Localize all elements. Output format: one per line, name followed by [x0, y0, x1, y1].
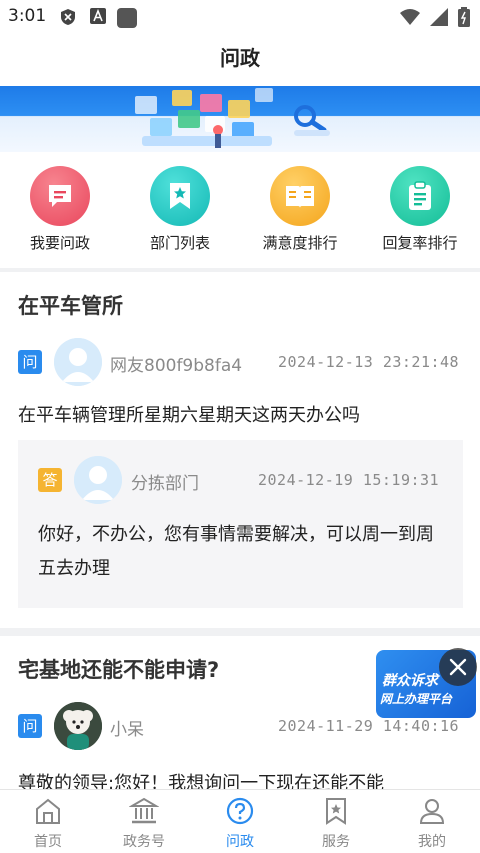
question-body: 在平车辆管理所星期六星期天这两天办公吗 — [18, 405, 360, 426]
dog-avatar-icon — [54, 702, 102, 750]
battery-icon — [458, 7, 470, 31]
float-promo-line1: 群众诉求 — [382, 673, 438, 689]
question-title: 宅基地还能不能申请? — [18, 658, 220, 682]
answer-time: 2024-12-19 15:19:31 — [258, 471, 440, 489]
question-time: 2024-11-29 14:40:16 — [278, 717, 460, 735]
page-title: 问政 — [220, 46, 260, 70]
tab-profile[interactable]: 我的 — [384, 790, 480, 853]
float-promo-line2: 网上办理平台 — [380, 692, 453, 706]
tab-government-accounts[interactable]: 政务号 — [96, 790, 192, 853]
app-header: 问政 — [0, 34, 480, 86]
question-body: 尊敬的领导:您好！我想询问一下现在还能不能 — [18, 773, 385, 789]
quick-nav: 我要问政 部门列表 满意度排行 回复率排行 — [0, 152, 480, 268]
shield-icon — [60, 8, 76, 30]
username: 网友800f9b8fa4 — [110, 356, 243, 376]
status-bar: 3:01 — [0, 0, 480, 34]
quick-nav-label: 回复率排行 — [382, 234, 458, 252]
tab-inquiry[interactable]: 问政 — [192, 790, 288, 853]
banner-illustration — [135, 88, 330, 148]
ask-tag: 问 — [18, 350, 42, 374]
answer-tag: 答 — [38, 468, 62, 492]
quick-nav-label: 部门列表 — [149, 234, 210, 252]
a-icon — [90, 8, 106, 28]
close-icon[interactable] — [439, 648, 477, 686]
service-bookmark-icon — [326, 798, 346, 825]
quick-nav-label: 我要问政 — [29, 234, 90, 252]
quick-nav-ask[interactable]: 我要问政 — [0, 152, 120, 268]
quick-nav-satisfaction-ranking[interactable]: 满意度排行 — [240, 152, 360, 268]
bottom-tab-bar: 首页 政务号 问政 服务 我的 — [0, 789, 480, 853]
square-icon — [117, 8, 137, 32]
quick-nav-label: 满意度排行 — [262, 234, 338, 252]
default-avatar-icon — [54, 338, 102, 386]
tab-label: 政务号 — [123, 834, 165, 850]
book-icon — [270, 166, 330, 226]
answer-box: 答 分拣部门 2024-12-19 15:19:31 你好，不办公，您有事情需要… — [18, 440, 463, 608]
question-title: 在平车管所 — [18, 294, 123, 318]
clipboard-icon — [390, 166, 450, 226]
bookmark-star-icon — [150, 166, 210, 226]
tab-label: 首页 — [34, 834, 62, 850]
question-time: 2024-12-13 23:21:48 — [278, 353, 460, 371]
quick-nav-departments[interactable]: 部门列表 — [120, 152, 240, 268]
message-icon — [30, 166, 90, 226]
avatar — [54, 702, 102, 750]
tab-label: 服务 — [322, 834, 350, 850]
default-avatar-icon — [74, 456, 122, 504]
section-divider — [0, 628, 480, 636]
quick-nav-reply-ranking[interactable]: 回复率排行 — [360, 152, 480, 268]
answer-body: 你好，不办公，您有事情需要解决，可以周一到周五去办理 — [38, 524, 434, 579]
tab-services[interactable]: 服务 — [288, 790, 384, 853]
user-icon — [419, 799, 445, 824]
tab-home[interactable]: 首页 — [0, 790, 96, 853]
home-icon — [36, 798, 60, 824]
username: 小呆 — [110, 720, 144, 740]
question-circle-icon — [226, 797, 254, 825]
government-building-icon — [128, 797, 160, 824]
avatar — [54, 338, 102, 386]
banner-image[interactable] — [0, 86, 480, 152]
question-card[interactable]: 在平车管所 问 网友800f9b8fa4 2024-12-13 23:21:48… — [0, 272, 480, 628]
department-name: 分拣部门 — [131, 474, 199, 494]
tab-label: 我的 — [418, 834, 446, 850]
tab-label: 问政 — [226, 834, 254, 850]
wifi-icon — [400, 9, 420, 29]
signal-icon — [430, 8, 448, 30]
ask-tag: 问 — [18, 714, 42, 738]
department-avatar — [74, 456, 122, 504]
status-time: 3:01 — [8, 6, 47, 26]
